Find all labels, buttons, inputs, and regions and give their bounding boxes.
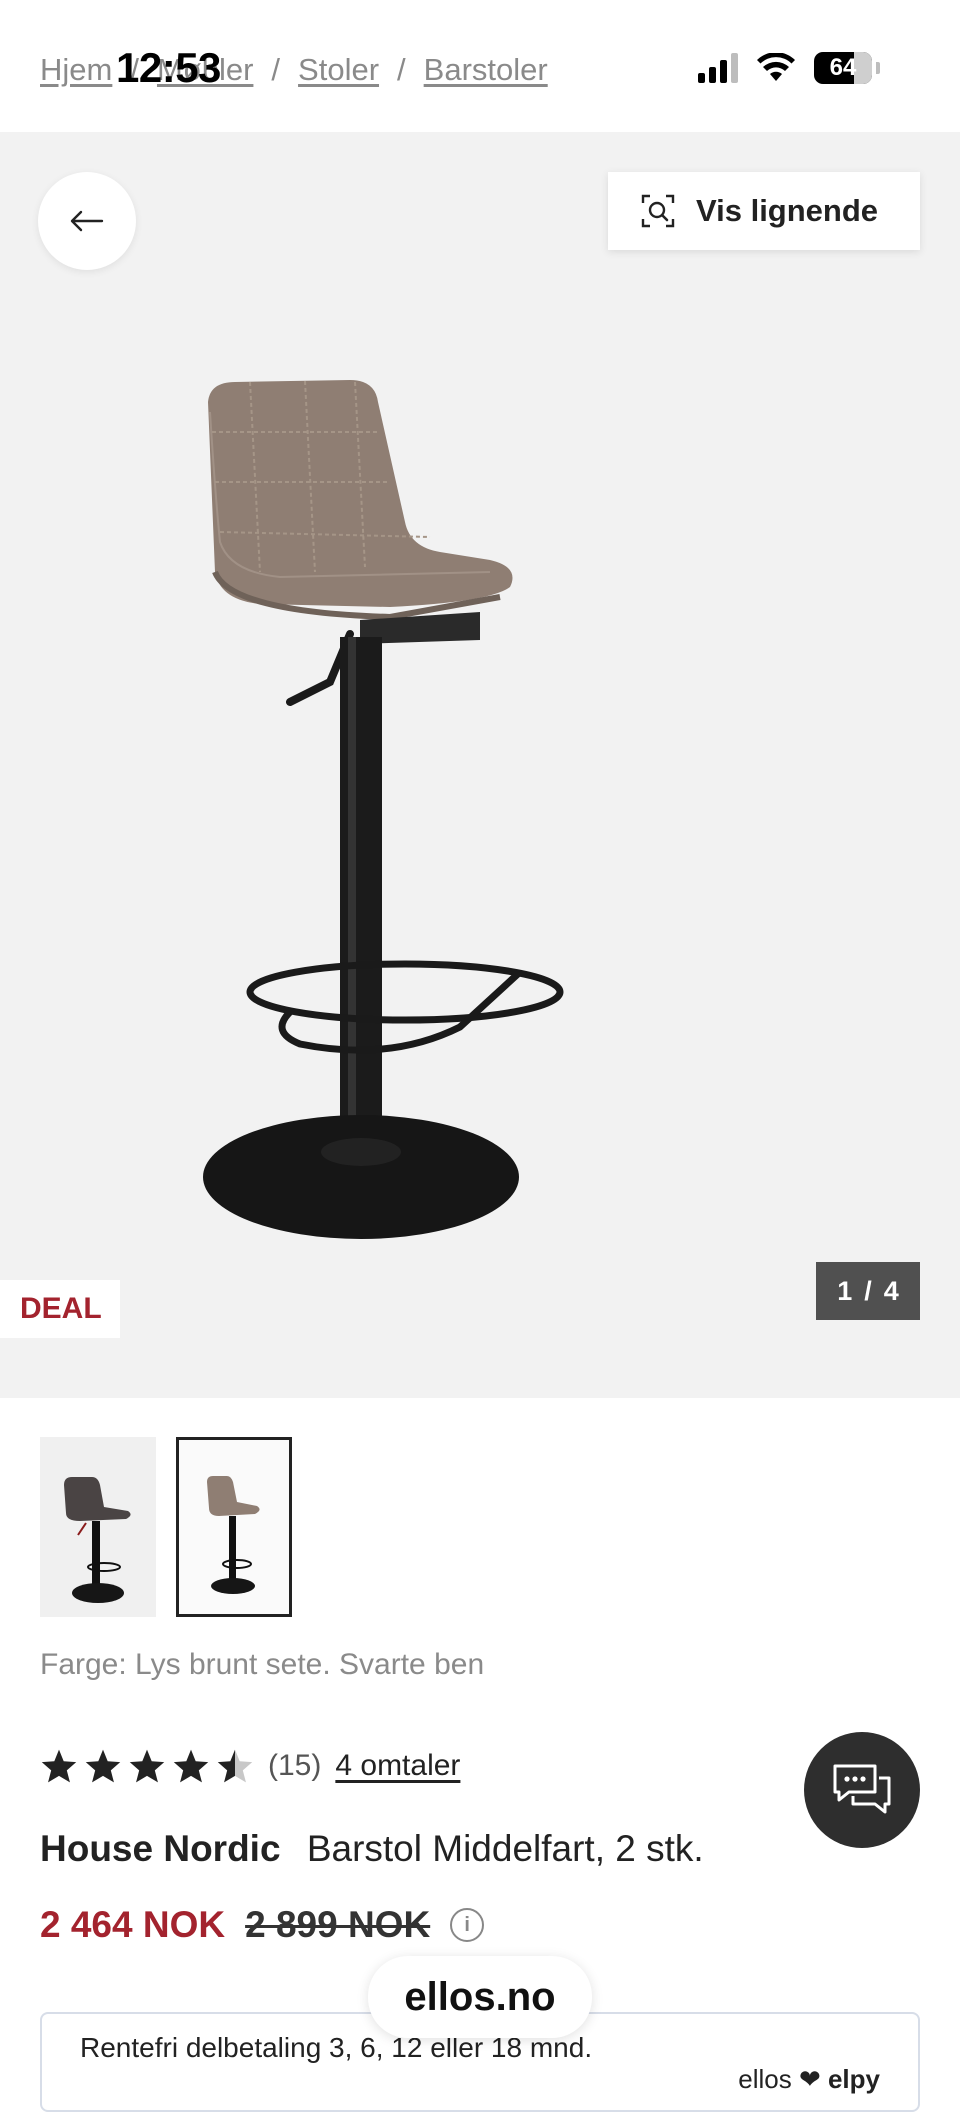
thumbnail-image [207,1476,260,1594]
counter-current: 1 [837,1275,853,1306]
reviews-link[interactable]: 4 omtaler [335,1749,460,1783]
breadcrumb-separator: / [271,52,281,87]
current-price: 2 464 NOK [40,1904,226,1945]
price-row: 2 464 NOK 2 899 NOK i [40,1904,485,1946]
deal-badge: DEAL [0,1280,120,1338]
star-half-icon [217,1749,253,1783]
product-title: House Nordic Barstol Middelfart, 2 stk. [40,1828,704,1870]
chat-button[interactable] [804,1732,920,1848]
show-similar-label: Vis lignende [696,193,879,228]
partner-elpy: elpy [827,2064,880,2094]
battery-icon: 64 [814,52,872,84]
status-icons: 64 [698,52,880,84]
top-bar: Hjem / Møbler / Stoler / Barstoler 12:53… [0,0,960,132]
original-price: 2 899 NOK [245,1904,431,1945]
product-name: Barstol Middelfart, 2 stk. [306,1828,704,1869]
star-icon [85,1749,121,1783]
info-icon[interactable]: i [450,1908,485,1942]
breadcrumb-bar-stools[interactable]: Barstoler [424,52,548,88]
back-button[interactable] [38,172,136,270]
arrow-left-icon [70,210,104,232]
star-icon [41,1749,77,1783]
product-brand[interactable]: House Nordic [40,1828,281,1869]
thumbnail-light-brown[interactable] [176,1437,292,1617]
counter-total: 4 [883,1275,899,1306]
status-time: 12:53 [116,44,221,91]
battery-level: 64 [829,54,857,81]
breadcrumb-chairs[interactable]: Stoler [298,52,379,88]
visual-search-icon [641,194,675,228]
breadcrumb-home[interactable]: Hjem [40,52,112,88]
selected-color: Farge: Lys brunt sete. Svarte ben [40,1648,485,1681]
product-image-bar-stool[interactable] [190,372,660,1292]
rating-stars [40,1748,254,1784]
heart-icon: ❤ [798,2064,828,2094]
url-bar[interactable]: ellos.no [368,1956,592,2038]
thumbnail-image [64,1477,131,1603]
wifi-icon [757,53,795,81]
star-icon [129,1749,165,1783]
image-counter: 1 / 4 [816,1262,920,1320]
thumbnail-dark-grey[interactable] [40,1437,156,1617]
financing-partner-logo: ellos ❤ elpy [738,2064,880,2095]
breadcrumb-separator: / [397,52,406,87]
partner-ellos: ellos [738,2064,792,2094]
rating-row: (15) 4 omtaler [40,1748,460,1784]
chat-bubbles-icon [833,1764,891,1814]
show-similar-button[interactable]: Vis lignende [608,172,920,250]
star-icon [173,1749,209,1783]
rating-count: (15) [268,1749,322,1782]
cellular-signal-icon [698,53,738,83]
counter-separator: / [864,1275,872,1306]
battery-nub [876,62,880,74]
product-gallery[interactable]: Vis lignende DEAL 1 / 4 [0,132,960,1398]
